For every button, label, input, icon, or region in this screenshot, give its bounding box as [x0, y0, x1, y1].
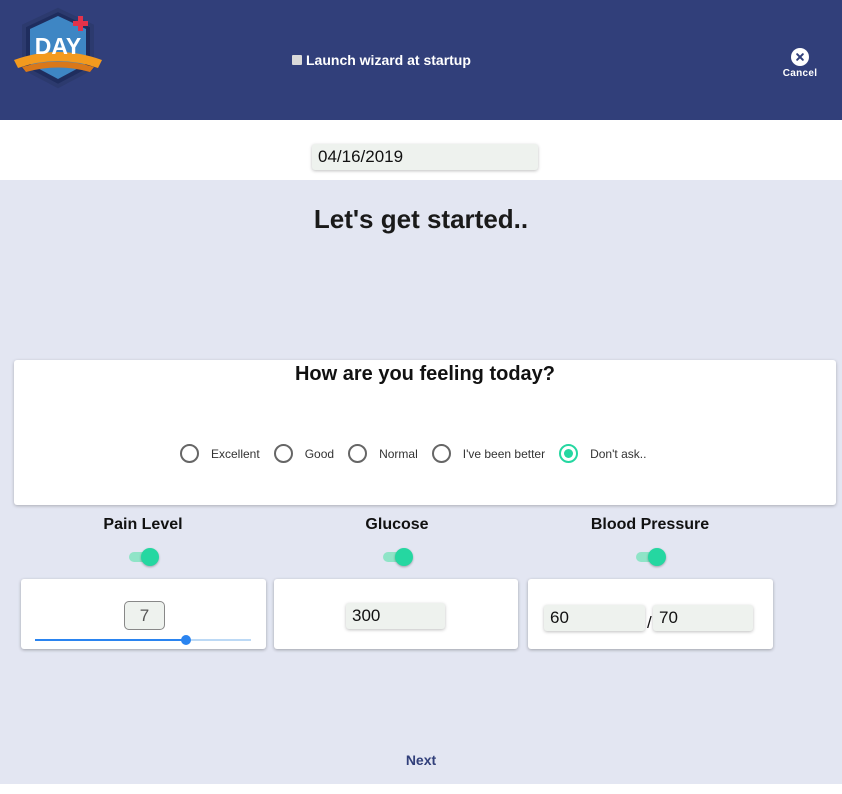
glucose-card: 300: [274, 579, 518, 649]
radio-icon[interactable]: [273, 444, 293, 463]
pain-level-slider[interactable]: [35, 635, 251, 645]
radio-good[interactable]: Good: [273, 444, 335, 463]
checkbox-icon[interactable]: [292, 55, 302, 65]
blood-pressure-toggle[interactable]: [636, 548, 666, 566]
slider-fill: [35, 639, 187, 641]
radio-label: Good: [304, 446, 335, 461]
toggle-knob[interactable]: [648, 548, 666, 566]
radio-label: I've been better: [462, 446, 546, 461]
launch-wizard-label: Launch wizard at startup: [306, 52, 471, 68]
diastolic-input[interactable]: 70: [653, 605, 753, 631]
radio-label: Normal: [379, 446, 418, 461]
radio-been-better[interactable]: I've been better: [431, 444, 546, 463]
blood-pressure-card: 60 / 70: [528, 579, 773, 649]
day-logo: DAY: [14, 7, 102, 89]
radio-icon[interactable]: [348, 444, 368, 463]
toggle-knob[interactable]: [395, 548, 413, 566]
glucose-input[interactable]: 300: [346, 603, 445, 629]
radio-checked-icon[interactable]: [559, 444, 579, 463]
close-circle-icon[interactable]: [791, 48, 809, 66]
cancel-label: Cancel: [782, 68, 818, 79]
glucose-toggle[interactable]: [383, 548, 413, 566]
page-title: Let's get started..: [313, 204, 529, 234]
date-band: [0, 120, 842, 180]
pain-level-toggle[interactable]: [129, 548, 159, 566]
svg-text:DAY: DAY: [35, 33, 81, 59]
launch-wizard-checkbox[interactable]: Launch wizard at startup: [292, 52, 471, 68]
date-field[interactable]: [312, 144, 538, 170]
glucose-title: Glucose: [365, 516, 429, 533]
radio-label: Excellent: [211, 446, 260, 461]
feeling-radio-group: Excellent Good Normal I've been better D…: [180, 444, 660, 463]
toggle-knob[interactable]: [141, 548, 159, 566]
radio-normal[interactable]: Normal: [348, 444, 418, 463]
radio-icon[interactable]: [180, 444, 199, 463]
radio-icon[interactable]: [431, 444, 451, 463]
pain-level-card: 7: [21, 579, 266, 649]
main-panel: Let's get started.. How are you feeling …: [0, 180, 842, 784]
feeling-card: How are you feeling today? Excellent Goo…: [14, 360, 836, 505]
radio-dont-ask[interactable]: Don't ask..: [559, 444, 646, 463]
pain-level-title: Pain Level: [103, 516, 183, 533]
radio-label: Don't ask..: [590, 446, 647, 461]
blood-pressure-title: Blood Pressure: [590, 516, 710, 533]
app-header: DAY Launch wizard at startup Cancel: [0, 0, 842, 120]
pain-level-value[interactable]: 7: [124, 601, 165, 630]
feeling-question: How are you feeling today?: [294, 363, 556, 385]
bp-separator: /: [647, 613, 652, 632]
cancel-button[interactable]: Cancel: [778, 48, 822, 79]
next-button[interactable]: Next: [0, 752, 842, 768]
radio-excellent[interactable]: Excellent: [180, 444, 260, 463]
systolic-input[interactable]: 60: [544, 605, 645, 631]
slider-thumb[interactable]: [181, 635, 192, 645]
